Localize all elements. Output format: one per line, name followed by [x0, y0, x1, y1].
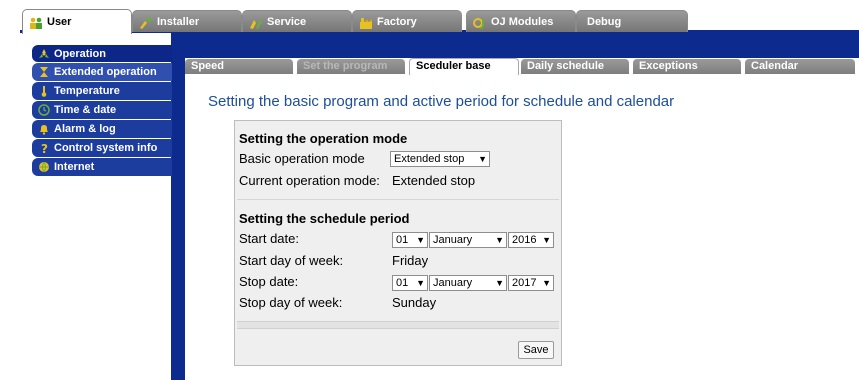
- sidebar-item-internet[interactable]: Internet: [32, 158, 172, 176]
- current-operation-mode-value: Extended stop: [392, 173, 476, 188]
- content-left-bar: [171, 33, 185, 380]
- tab-debug-label: Debug: [587, 15, 622, 28]
- stop-day-of-week-label: Stop day of week:: [239, 295, 343, 310]
- stop-month-value: January: [433, 277, 473, 289]
- factory-icon: [359, 16, 373, 29]
- tab-factory-label: Factory: [377, 15, 417, 28]
- subtab-sceduler-base[interactable]: Sceduler base: [409, 58, 519, 75]
- basic-operation-mode-value: Extended stop: [394, 153, 465, 165]
- sidebar-item-temperature-label: Temperature: [54, 85, 120, 97]
- stop-year-select[interactable]: 2017 ▼: [508, 275, 554, 291]
- sidebar-item-control-system-info[interactable]: ? Control system info: [32, 139, 172, 157]
- sidebar-item-control-system-info-label: Control system info: [54, 142, 158, 154]
- chevron-down-icon: ▼: [416, 278, 425, 288]
- tab-installer-label: Installer: [157, 15, 200, 28]
- installer-icon: [139, 16, 153, 29]
- start-month-value: January: [433, 234, 473, 246]
- user-icon: [29, 16, 43, 29]
- sidebar-item-extended-operation[interactable]: Extended operation: [32, 63, 172, 81]
- bell-icon: [38, 123, 50, 135]
- panel-separator-strip: [237, 321, 559, 329]
- stop-day-value: 01: [396, 277, 409, 289]
- tab-factory[interactable]: Factory: [352, 10, 462, 32]
- thermometer-icon: [38, 85, 50, 97]
- sidebar-item-time-date-label: Time & date: [54, 104, 117, 116]
- tab-installer[interactable]: Installer: [132, 10, 242, 32]
- basic-operation-mode-select[interactable]: Extended stop ▼: [390, 151, 490, 167]
- chevron-down-icon: ▼: [542, 235, 551, 245]
- start-date-label: Start date:: [239, 231, 299, 246]
- save-button[interactable]: Save: [518, 341, 554, 359]
- stop-day-of-week-value: Sunday: [392, 295, 437, 310]
- chevron-down-icon: ▼: [478, 154, 487, 164]
- start-day-of-week-label: Start day of week:: [239, 253, 344, 268]
- sidebar-item-time-date[interactable]: Time & date: [32, 101, 172, 119]
- question-icon: ?: [38, 142, 50, 156]
- clock-icon: [38, 104, 50, 116]
- tab-oj-modules-label: OJ Modules: [491, 15, 554, 28]
- sidebar-item-alarm-log[interactable]: Alarm & log: [32, 120, 172, 138]
- start-day-select[interactable]: 01 ▼: [392, 232, 428, 248]
- sidebar-item-operation-label: Operation: [54, 47, 106, 60]
- chevron-down-icon: ▼: [416, 235, 425, 245]
- operation-mode-title: Setting the operation mode: [239, 131, 408, 146]
- subtab-daily-schedule[interactable]: Daily schedule: [521, 59, 629, 74]
- subtab-speed[interactable]: Speed: [185, 59, 293, 74]
- chevron-down-icon: ▼: [495, 278, 504, 288]
- stop-month-select[interactable]: January ▼: [429, 275, 507, 291]
- chevron-down-icon: ▼: [495, 235, 504, 245]
- tab-debug[interactable]: Debug: [576, 10, 688, 32]
- stop-year-value: 2017: [512, 277, 537, 289]
- sidebar: Operation Extended operation Temperature…: [32, 45, 172, 177]
- svg-text:?: ?: [41, 142, 48, 154]
- start-year-value: 2016: [512, 234, 537, 246]
- service-icon: [249, 16, 263, 29]
- stop-day-select[interactable]: 01 ▼: [392, 275, 428, 291]
- chevron-down-icon: ▼: [542, 278, 551, 288]
- tab-service[interactable]: Service: [242, 10, 352, 32]
- start-day-value: 01: [396, 234, 409, 246]
- subtab-calendar[interactable]: Calendar: [745, 59, 855, 74]
- start-year-select[interactable]: 2016 ▼: [508, 232, 554, 248]
- sub-tab-bar: Speed Set the program Sceduler base Dail…: [185, 58, 859, 75]
- tab-service-label: Service: [267, 15, 307, 28]
- tab-user[interactable]: User: [22, 9, 132, 34]
- sidebar-item-temperature[interactable]: Temperature: [32, 82, 172, 100]
- subtab-exceptions[interactable]: Exceptions: [633, 59, 741, 74]
- basic-operation-mode-label: Basic operation mode: [239, 151, 365, 166]
- hourglass-icon: [38, 66, 50, 78]
- settings-panel: Setting the operation mode Basic operati…: [234, 120, 562, 366]
- current-operation-mode-label: Current operation mode:: [239, 173, 380, 188]
- operation-icon: [38, 48, 50, 60]
- sidebar-item-internet-label: Internet: [54, 161, 95, 173]
- page-title: Setting the basic program and active per…: [208, 93, 675, 110]
- oj-modules-icon: [473, 16, 487, 29]
- sidebar-item-operation[interactable]: Operation: [32, 45, 172, 62]
- tab-oj-modules[interactable]: OJ Modules: [466, 10, 576, 32]
- start-month-select[interactable]: January ▼: [429, 232, 507, 248]
- sidebar-item-alarm-log-label: Alarm & log: [54, 123, 116, 135]
- sidebar-item-extended-operation-label: Extended operation: [54, 66, 157, 78]
- content-header-bar: [171, 33, 859, 58]
- internet-icon: [38, 161, 50, 173]
- schedule-period-title: Setting the schedule period: [239, 211, 410, 226]
- stop-date-label: Stop date:: [239, 274, 299, 289]
- start-day-of-week-value: Friday: [392, 253, 429, 268]
- section-divider: [237, 199, 559, 200]
- subtab-set-the-program: Set the program: [297, 59, 405, 74]
- tab-user-label: User: [47, 16, 72, 28]
